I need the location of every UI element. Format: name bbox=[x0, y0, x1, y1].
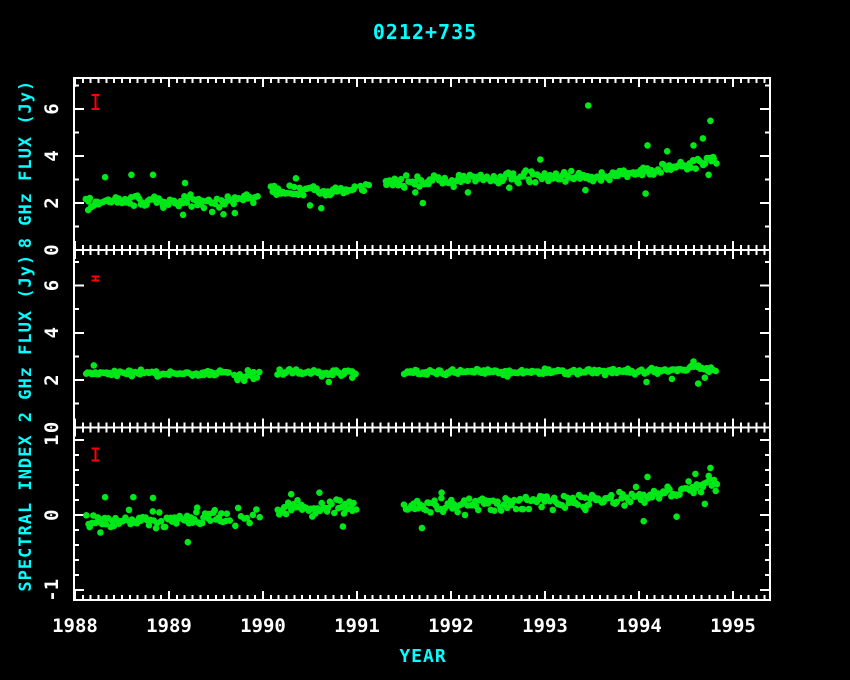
plot-canvas: 1988 1989 1990 1991 1992 1993 1994 1995 0 2 4 6 0 2 4 6… bbox=[0, 0, 850, 680]
y-tick-label: 0 bbox=[41, 422, 63, 433]
error-bar-flux2 bbox=[92, 276, 100, 280]
x-tick-label: 1988 bbox=[52, 615, 98, 637]
x-tick-label: 1993 bbox=[522, 615, 568, 637]
y-tick-label: 0 bbox=[41, 509, 63, 520]
x-tick-labels: 1988 1989 1990 1991 1992 1993 1994 1995 bbox=[52, 615, 756, 637]
y-tick-label: -1 bbox=[41, 579, 63, 602]
error-bar-spectral_index bbox=[92, 448, 100, 460]
x-tick-label: 1991 bbox=[334, 615, 380, 637]
y-tick-label: 6 bbox=[41, 280, 63, 291]
x-tick-label: 1990 bbox=[240, 615, 286, 637]
y-tick-label: 2 bbox=[41, 197, 63, 208]
y-tick-label: 4 bbox=[41, 327, 63, 338]
x-tick-label: 1995 bbox=[710, 615, 756, 637]
y-tick-label: 0 bbox=[41, 244, 63, 255]
y-tick-label: 6 bbox=[41, 103, 63, 114]
plot-window: { "title": "0212+735", "xlabel": "YEAR",… bbox=[0, 0, 850, 680]
y-tick-label: 4 bbox=[41, 150, 63, 161]
y-tick-label: 1 bbox=[41, 434, 63, 445]
x-tick-label: 1994 bbox=[616, 615, 662, 637]
scatter-points-flux2 bbox=[83, 358, 719, 387]
y-tick-label: 2 bbox=[41, 374, 63, 385]
scatter-points-flux8 bbox=[83, 102, 720, 218]
error-bar-flux8 bbox=[92, 95, 100, 109]
scatter-points-spectral_index bbox=[83, 465, 720, 546]
x-tick-label: 1992 bbox=[428, 615, 474, 637]
x-tick-label: 1989 bbox=[146, 615, 192, 637]
